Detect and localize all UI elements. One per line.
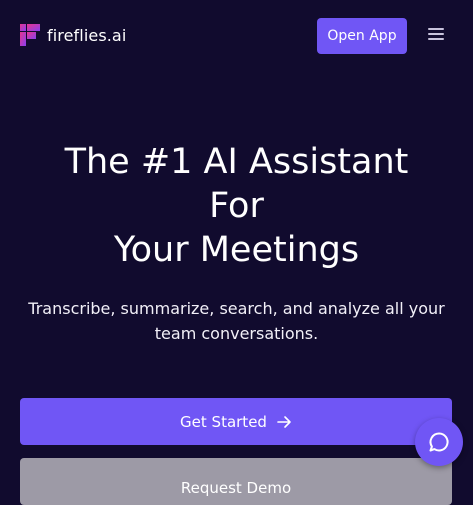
chat-launcher-button[interactable] (415, 418, 463, 466)
hero-subtitle-line: Transcribe, summarize, search, and analy… (28, 299, 445, 318)
hero-title-line: For (209, 186, 264, 226)
hero-title-line: The #1 AI Assistant (64, 142, 409, 182)
hero-subtitle-line: team conversations. (154, 324, 319, 343)
site-header: fireflies.ai Open App (0, 0, 473, 72)
hero-title-line: Your Meetings (113, 230, 360, 270)
request-demo-button[interactable]: Request Demo (20, 458, 452, 505)
fireflies-logo-icon (20, 24, 40, 46)
brand-logo[interactable]: fireflies.ai (20, 24, 126, 46)
chat-bubble-icon (429, 432, 449, 452)
hero-title: The #1 AI Assistant For Your Meetings (0, 140, 473, 272)
get-started-button[interactable]: Get Started (20, 398, 452, 445)
arrow-right-icon (277, 415, 291, 428)
hamburger-menu-icon[interactable] (428, 28, 444, 42)
brand-name: fireflies.ai (47, 25, 127, 45)
get-started-label: Get Started (180, 412, 267, 431)
open-app-button[interactable]: Open App (317, 18, 407, 54)
hero-subtitle: Transcribe, summarize, search, and analy… (10, 296, 463, 346)
